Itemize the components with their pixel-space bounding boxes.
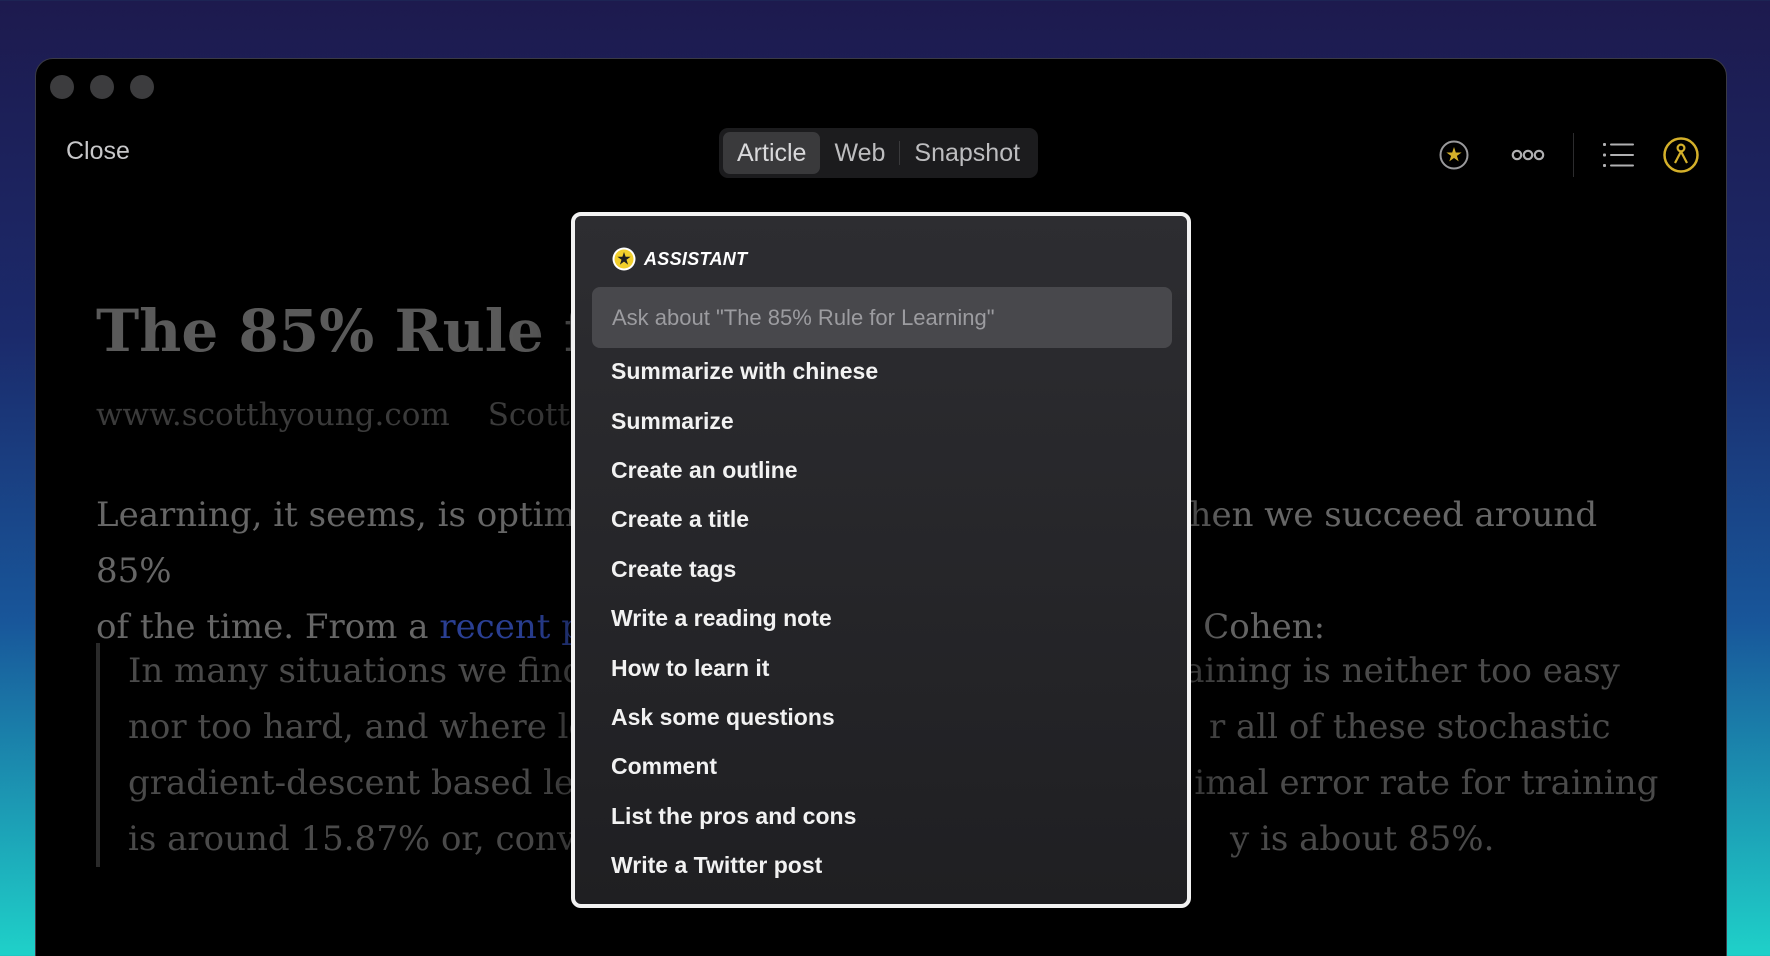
assistant-ask-input[interactable] (592, 287, 1172, 348)
list-icon[interactable] (1600, 136, 1638, 174)
quote-text: nor too hard, and where lea (128, 707, 609, 747)
paragraph-text: Learning, it seems, is optimiz (96, 495, 605, 535)
view-mode-tabs: Article Web Snapshot (719, 128, 1039, 178)
tab-snapshot[interactable]: Snapshot (900, 132, 1034, 174)
paragraph-text: Cohen: (1203, 607, 1326, 647)
tab-article[interactable]: Article (723, 132, 821, 174)
action-create-tags[interactable]: Create tags (575, 545, 1187, 594)
action-comment[interactable]: Comment (575, 742, 1187, 791)
more-icon[interactable] (1509, 136, 1547, 174)
tab-web[interactable]: Web (820, 132, 899, 174)
action-pros-cons[interactable]: List the pros and cons (575, 792, 1187, 841)
assistant-icon[interactable] (1435, 136, 1473, 174)
assistant-logo-icon (612, 247, 636, 271)
quote-text: r all of these stochastic (1208, 707, 1611, 747)
action-twitter-post[interactable]: Write a Twitter post (575, 841, 1187, 890)
article-meta: www.scotthyoung.com Scott Y (96, 397, 600, 433)
quote-text: aining is neither too easy (1184, 651, 1620, 691)
profile-icon[interactable] (1662, 136, 1700, 174)
assistant-title: ASSISTANT (644, 248, 748, 269)
quote-text: In many situations we find (128, 651, 585, 691)
action-summarize-chinese[interactable]: Summarize with chinese (575, 347, 1187, 396)
action-ask-questions[interactable]: Ask some questions (575, 693, 1187, 742)
paragraph-text: of the time. From a (96, 607, 440, 647)
quote-text: y is about 85%. (1229, 819, 1495, 859)
quote-text: imal error rate for training (1194, 763, 1659, 803)
toolbar (1435, 133, 1700, 177)
close-window-button[interactable] (50, 75, 74, 99)
assistant-header: ASSISTANT (611, 246, 747, 272)
window-controls (50, 75, 154, 99)
quote-text: is around 15.87% or, convers (128, 819, 630, 859)
close-button[interactable]: Close (66, 137, 130, 166)
action-reading-note[interactable]: Write a reading note (575, 594, 1187, 643)
zoom-window-button[interactable] (130, 75, 154, 99)
assistant-popover: ASSISTANT Summarize with chinese Summari… (571, 212, 1191, 908)
action-create-title[interactable]: Create a title (575, 495, 1187, 544)
action-how-to-learn[interactable]: How to learn it (575, 643, 1187, 692)
action-create-outline[interactable]: Create an outline (575, 446, 1187, 495)
article-site[interactable]: www.scotthyoung.com (96, 397, 450, 433)
action-summarize[interactable]: Summarize (575, 396, 1187, 445)
minimize-window-button[interactable] (90, 75, 114, 99)
toolbar-divider (1573, 133, 1574, 177)
assistant-action-list: Summarize with chinese Summarize Create … (575, 347, 1187, 890)
quote-text: gradient-descent based lea (128, 763, 595, 803)
